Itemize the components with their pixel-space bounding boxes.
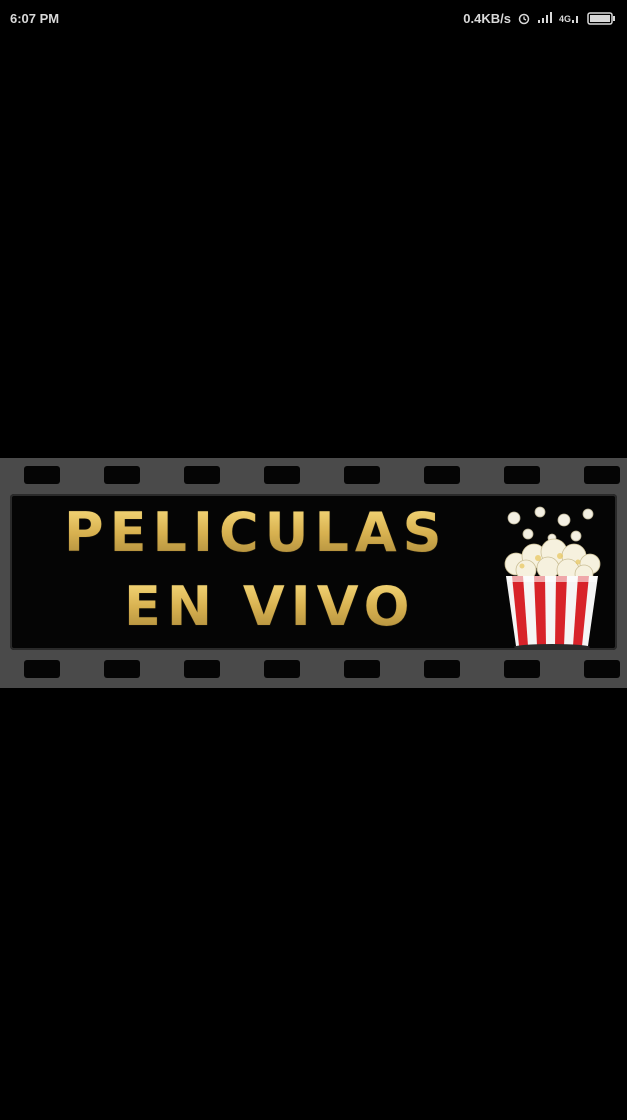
app-title-line-2: EN VIVO [124,575,416,638]
perforation [264,660,300,678]
status-icons: 0.4KB/s 4G [463,11,617,26]
perforation [344,466,380,484]
perforation [504,660,540,678]
app-title-line-1: PELICULAS [64,501,448,564]
perforation [104,660,140,678]
film-perforations-top [0,460,627,488]
perforation [104,466,140,484]
alarm-icon [517,11,531,25]
perforation [584,660,620,678]
signal-icon [537,12,553,24]
perforation [184,660,220,678]
battery-icon [587,11,617,25]
perforation [184,466,220,484]
perforation [264,466,300,484]
status-time: 6:07 PM [10,10,60,26]
status-bar: 6:07 PM 0.4KB/s 4G [0,0,627,36]
film-perforations-bottom [0,654,627,682]
popcorn-icon [492,498,612,658]
splash-banner: PELICULAS EN VIVO [0,458,627,688]
perforation [24,660,60,678]
perforation [504,466,540,484]
perforation [584,466,620,484]
wifi-icon: 4G [559,12,581,24]
svg-text:4G: 4G [559,14,571,24]
perforation [24,466,60,484]
perforation [424,660,460,678]
perforation [424,466,460,484]
network-speed: 0.4KB/s [463,10,511,26]
perforation [344,660,380,678]
